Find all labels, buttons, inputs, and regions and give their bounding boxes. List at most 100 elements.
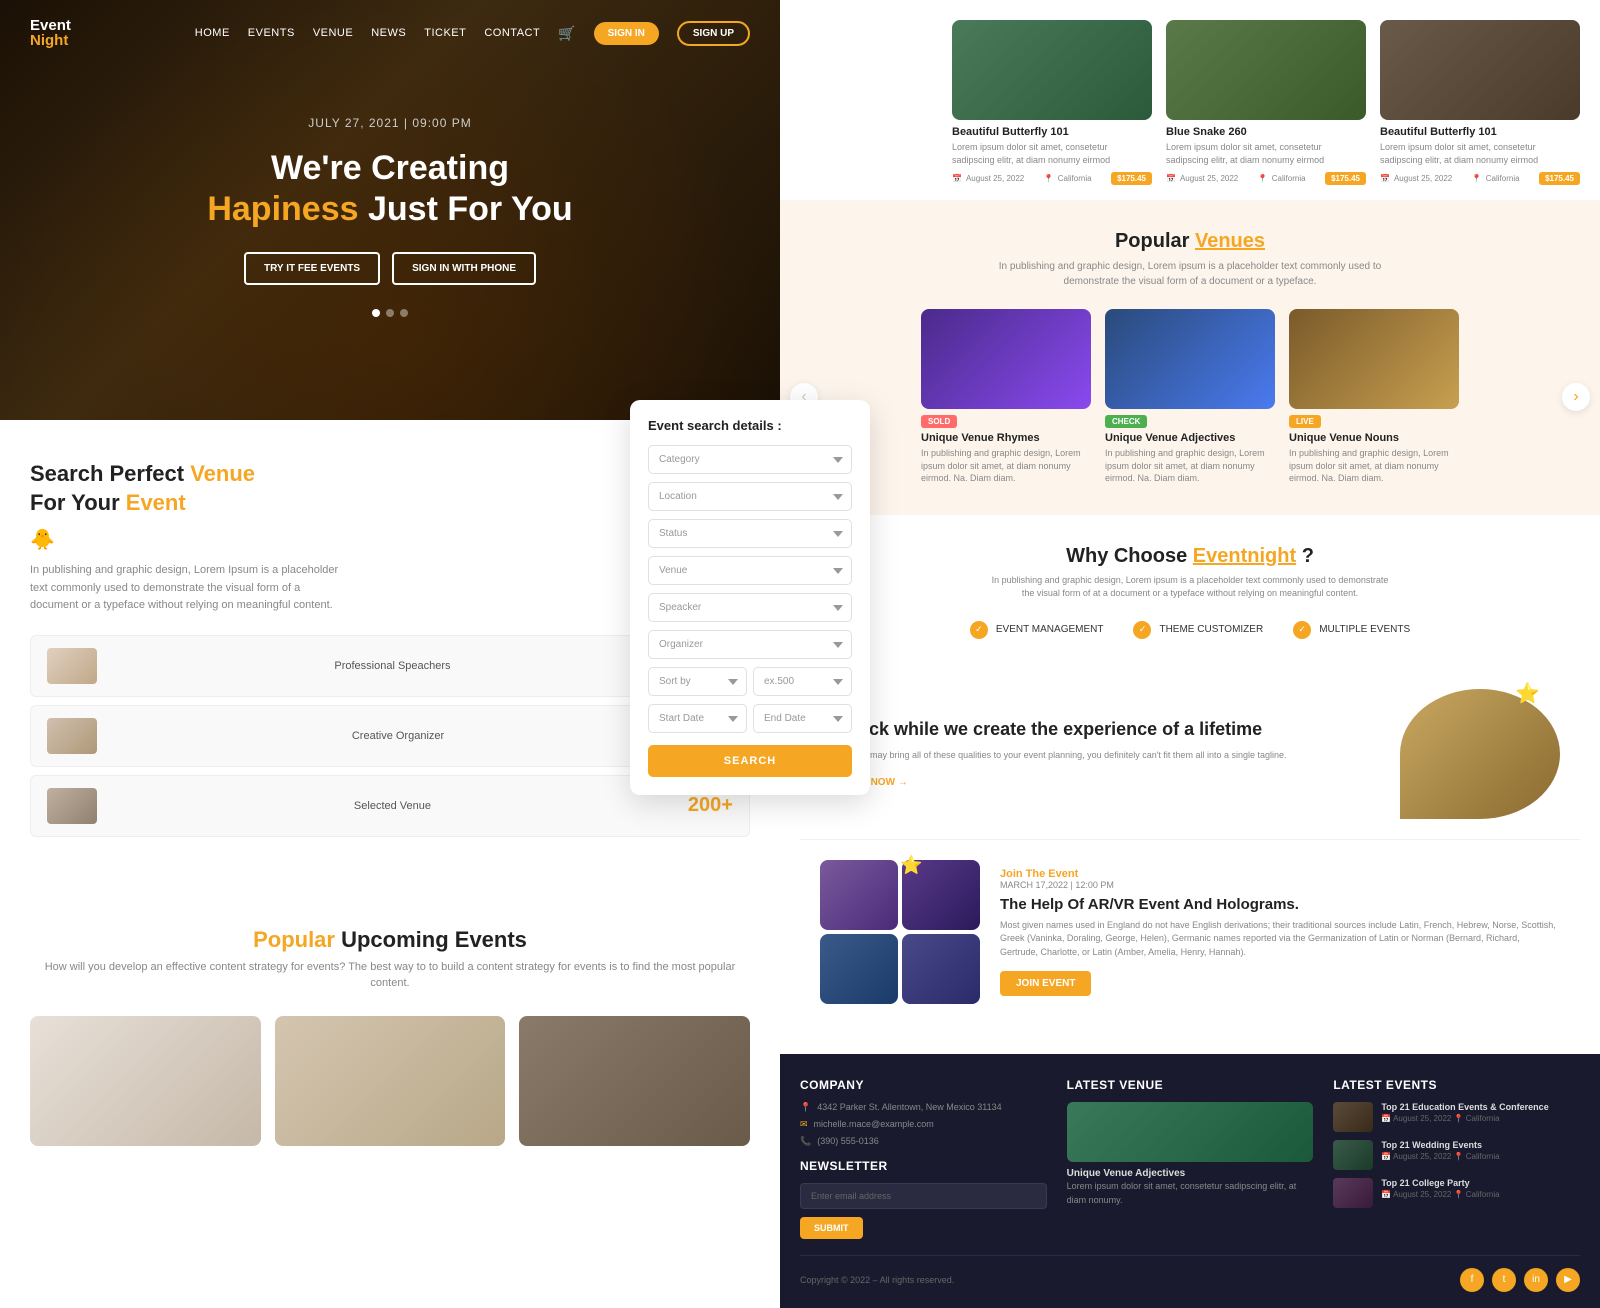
- event-card-3: [519, 1016, 750, 1146]
- venue-card-3: LIVE Unique Venue Nouns In publishing an…: [1289, 309, 1459, 485]
- venue-2-image: [1105, 309, 1275, 409]
- speakers-image: [47, 648, 97, 684]
- start-date-select[interactable]: Start Date: [648, 704, 747, 733]
- why-feat-3: ✓ MULTIPLE EVENTS: [1293, 621, 1410, 639]
- top-event-1-price: $175.45: [1111, 172, 1152, 185]
- footer-company-col: COMPANY 📍 4342 Parker St. Allentown, New…: [800, 1078, 1047, 1239]
- location-select[interactable]: Location: [648, 482, 852, 511]
- cta-image: ⭐: [1400, 689, 1560, 819]
- top-event-3: Beautiful Butterfly 101 Lorem ipsum dolo…: [1380, 20, 1580, 185]
- top-event-3-date: 📅 August 25, 2022: [1380, 174, 1452, 183]
- hero-section: Event Night HOME EVENTS VENUE NEWS TICKE…: [0, 0, 780, 420]
- social-icons: f t in ▶: [1460, 1268, 1580, 1292]
- organizer-image: [47, 718, 97, 754]
- venue-1-image: [921, 309, 1091, 409]
- email-icon: ✉: [800, 1119, 808, 1130]
- join-desc: Most given names used in England do not …: [1000, 919, 1560, 960]
- footer-event-2-name: Top 21 Wedding Events: [1381, 1140, 1580, 1150]
- location-icon: 📍: [800, 1102, 811, 1113]
- venues-carousel: ‹ SOLD Unique Venue Rhymes In publishing…: [800, 309, 1580, 485]
- feat-2-icon: ✓: [1133, 621, 1151, 639]
- nav-ticket[interactable]: TICKET: [424, 27, 466, 39]
- nav-venue[interactable]: VENUE: [313, 27, 353, 39]
- venue-card-2: CHECK Unique Venue Adjectives In publish…: [1105, 309, 1275, 485]
- top-event-2-price: $175.45: [1325, 172, 1366, 185]
- cta-image-wrapper: ⭐: [1400, 689, 1560, 819]
- top-event-1-date: 📅 August 25, 2022: [952, 174, 1024, 183]
- venues-image: [47, 788, 97, 824]
- search-card-title: Event search details :: [648, 418, 852, 433]
- cta-title: Sit back while we create the experience …: [820, 718, 1287, 741]
- feat-2-label: THEME CUSTOMIZER: [1159, 624, 1263, 635]
- youtube-icon[interactable]: ▶: [1556, 1268, 1580, 1292]
- top-event-2-date: 📅 August 25, 2022: [1166, 174, 1238, 183]
- footer-grid: COMPANY 📍 4342 Parker St. Allentown, New…: [800, 1078, 1580, 1239]
- join-images-grid: [820, 860, 980, 1004]
- organizer-select[interactable]: Organizer: [648, 630, 852, 659]
- dot-3[interactable]: [400, 309, 408, 317]
- venue-3-desc: In publishing and graphic design, Lorem …: [1289, 447, 1459, 485]
- cart-icon[interactable]: 🛒: [558, 25, 575, 42]
- hero-dots: [0, 309, 780, 317]
- footer-event-1-meta: 📅 August 25, 2022 📍 California: [1381, 1114, 1580, 1123]
- venue-1-badge: SOLD: [921, 415, 957, 428]
- venue-3-image: [1289, 309, 1459, 409]
- nav-events[interactable]: EVENTS: [248, 27, 295, 39]
- date-row: Start Date End Date: [648, 704, 852, 733]
- cta-text: Sit back while we create the experience …: [820, 718, 1287, 791]
- top-event-2-image: [1166, 20, 1366, 120]
- dot-1[interactable]: [372, 309, 380, 317]
- nav-home[interactable]: HOME: [195, 27, 230, 39]
- feat-3-icon: ✓: [1293, 621, 1311, 639]
- instagram-icon[interactable]: in: [1524, 1268, 1548, 1292]
- try-events-button[interactable]: TRY IT FEE EVENTS: [244, 252, 380, 285]
- side-panel: Beautiful Butterfly 101 Lorem ipsum dolo…: [780, 0, 1600, 1308]
- nav-news[interactable]: NEWS: [371, 27, 406, 39]
- join-img-3: [820, 934, 898, 1004]
- dot-2[interactable]: [386, 309, 394, 317]
- signin-phone-button[interactable]: SIGN IN WITH PHONE: [392, 252, 536, 285]
- search-section: Search Perfect Venue For Your Event 🐥 In…: [0, 420, 780, 887]
- top-event-1-meta: 📅 August 25, 2022 📍 California $175.45: [952, 172, 1152, 185]
- facebook-icon[interactable]: f: [1460, 1268, 1484, 1292]
- sort-price-row: Sort by ex.500: [648, 667, 852, 696]
- category-select[interactable]: Category: [648, 445, 852, 474]
- footer-bottom: Copyright © 2022 – All rights reserved. …: [800, 1255, 1580, 1292]
- footer-venue-col: LATEST VENUE Unique Venue Adjectives Lor…: [1067, 1078, 1314, 1239]
- event-card-2: [275, 1016, 506, 1146]
- sort-select[interactable]: Sort by: [648, 667, 747, 696]
- nav-links: HOME EVENTS VENUE NEWS TICKET CONTACT 🛒 …: [195, 21, 750, 46]
- search-layout: Search Perfect Venue For Your Event 🐥 In…: [30, 460, 750, 857]
- speaker-select[interactable]: Speacker: [648, 593, 852, 622]
- footer-event-3-image: [1333, 1178, 1373, 1208]
- venues-title: Popular Venues: [800, 230, 1580, 253]
- footer-event-3-info: Top 21 College Party 📅 August 25, 2022 📍…: [1381, 1178, 1580, 1208]
- top-event-2-desc: Lorem ipsum dolor sit amet, consetetur s…: [1166, 141, 1366, 166]
- newsletter-title: NEWSLETTER: [800, 1159, 1047, 1173]
- venue-select[interactable]: Venue: [648, 556, 852, 585]
- price-select[interactable]: ex.500: [753, 667, 852, 696]
- top-event-1-desc: Lorem ipsum dolor sit amet, consetetur s…: [952, 141, 1152, 166]
- logo-event: Event: [30, 18, 71, 33]
- footer-email: ✉ michelle.mace@example.com: [800, 1119, 1047, 1130]
- signin-button[interactable]: SIGN IN: [594, 22, 659, 45]
- join-event-button[interactable]: JOIN EVENT: [1000, 971, 1091, 996]
- footer-phone: 📞 (390) 555-0136: [800, 1136, 1047, 1147]
- why-title: Why Choose Eventnight ?: [800, 545, 1580, 568]
- end-date-select[interactable]: End Date: [753, 704, 852, 733]
- search-button[interactable]: SEARCH: [648, 745, 852, 777]
- venues-next-arrow[interactable]: ›: [1562, 383, 1590, 411]
- newsletter-submit-button[interactable]: SUBMIT: [800, 1217, 863, 1239]
- hero-title: We're Creating Hapiness Just For You: [0, 148, 780, 230]
- signup-button[interactable]: SIGN UP: [677, 21, 750, 46]
- events-title: Popular Upcoming Events: [30, 927, 750, 953]
- nav-contact[interactable]: CONTACT: [484, 27, 540, 39]
- footer-venue-desc: Lorem ipsum dolor sit amet, consetetur s…: [1067, 1179, 1314, 1208]
- twitter-icon[interactable]: t: [1492, 1268, 1516, 1292]
- status-select[interactable]: Status: [648, 519, 852, 548]
- join-star-decoration: ⭐: [900, 855, 922, 876]
- newsletter-input[interactable]: [800, 1183, 1047, 1209]
- join-images-wrapper: ⭐: [820, 860, 980, 1004]
- top-event-3-desc: Lorem ipsum dolor sit amet, consetetur s…: [1380, 141, 1580, 166]
- top-event-2-location: 📍 California: [1258, 174, 1306, 183]
